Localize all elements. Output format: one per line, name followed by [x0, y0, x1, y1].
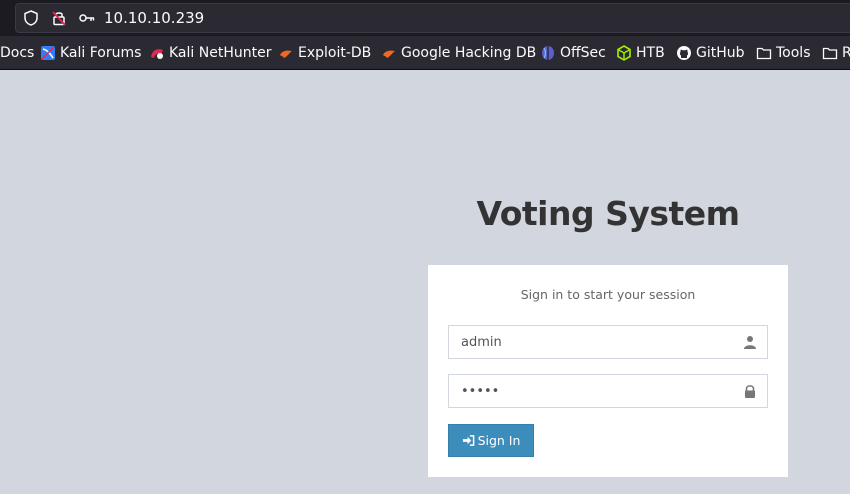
password-input[interactable]: [449, 375, 741, 407]
sign-in-button[interactable]: Sign In: [448, 424, 534, 457]
folder-icon: [756, 47, 772, 60]
bookmark-folder-tools[interactable]: Tools: [756, 36, 811, 70]
kali-forums-icon: [41, 46, 55, 60]
bookmark-kali-nethunter[interactable]: Kali NetHunter: [149, 36, 271, 70]
bookmarks-toolbar: Docs Kali Forums Kali NetHunter Exploit-…: [0, 36, 850, 70]
password-field-wrapper: [448, 374, 768, 408]
browser-toolbar: 10.10.10.239: [0, 0, 850, 36]
bookmark-htb[interactable]: HTB: [616, 36, 665, 70]
lock-icon: [745, 385, 755, 398]
page-title: Voting System: [476, 194, 740, 233]
exploit-db-icon: [280, 50, 292, 58]
kali-nethunter-icon: [151, 49, 163, 59]
shield-icon[interactable]: [22, 9, 40, 27]
login-box: Sign in to start your session Sign In: [428, 265, 788, 477]
username-input[interactable]: [449, 326, 741, 358]
htb-icon: [617, 45, 631, 61]
bookmark-github[interactable]: GitHub: [676, 36, 745, 70]
user-icon: [744, 336, 756, 349]
bookmark-kali-forums[interactable]: Kali Forums: [40, 36, 141, 70]
bookmark-exploit-db[interactable]: Exploit-DB: [278, 36, 371, 70]
sign-in-icon: [462, 435, 474, 446]
bookmark-offsec[interactable]: OffSec: [540, 36, 606, 70]
key-icon[interactable]: [78, 9, 96, 27]
bookmark-folder-r[interactable]: R: [822, 36, 850, 70]
login-message: Sign in to start your session: [520, 287, 696, 302]
bookmark-google-hacking-db[interactable]: Google Hacking DB: [381, 36, 536, 70]
insecure-lock-icon[interactable]: [50, 9, 68, 27]
github-icon: [677, 46, 691, 60]
username-field-wrapper: [448, 325, 768, 359]
bookmark-docs[interactable]: Docs: [0, 36, 34, 70]
folder-icon: [822, 47, 838, 60]
offsec-icon: [542, 46, 554, 60]
ghdb-icon: [383, 50, 395, 58]
url-text[interactable]: 10.10.10.239: [104, 8, 204, 28]
